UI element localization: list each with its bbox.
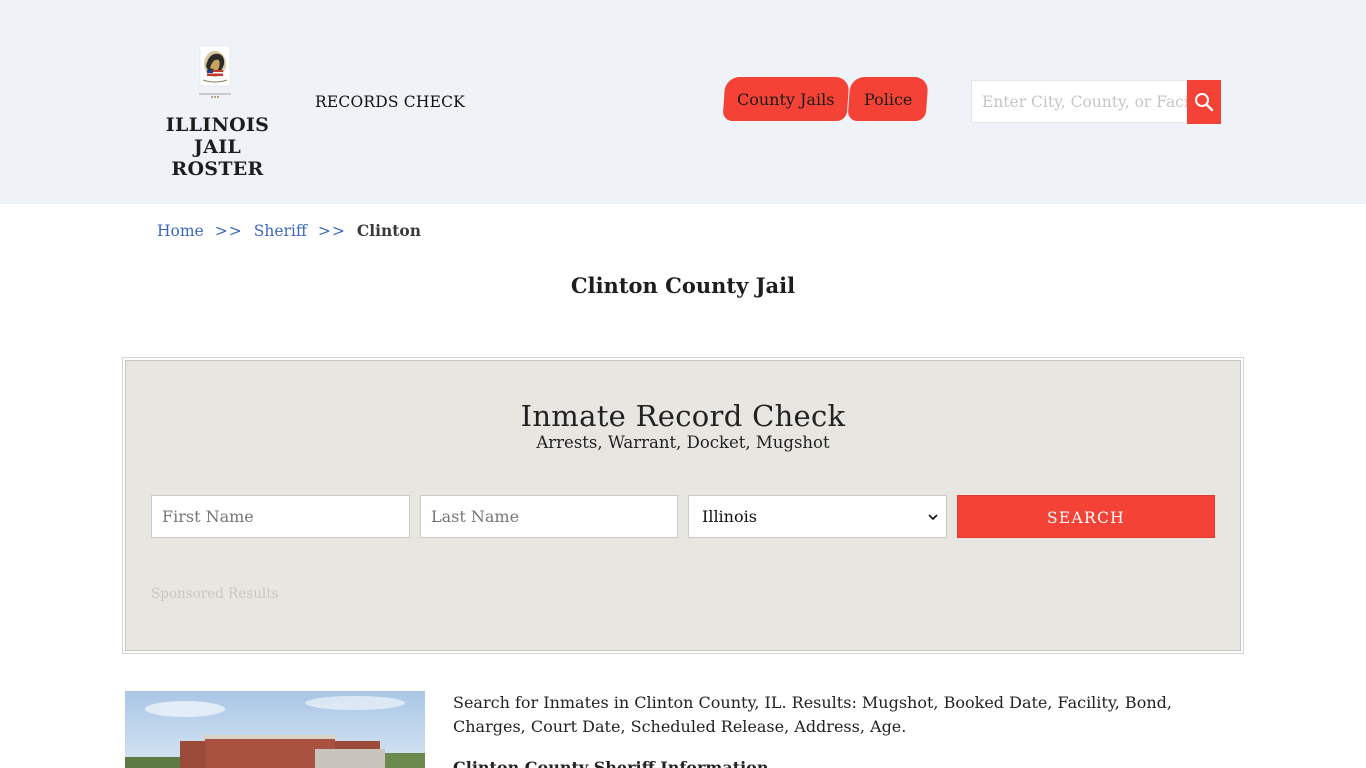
breadcrumb-current: Clinton xyxy=(356,221,422,240)
breadcrumb: Home >> Sheriff >> Clinton xyxy=(157,221,421,240)
header-search-input[interactable] xyxy=(972,81,1188,122)
nav-county-jails-button[interactable]: County Jails xyxy=(722,77,850,121)
sheriff-info-heading: Clinton County Sheriff Information xyxy=(453,758,769,768)
search-icon xyxy=(1195,93,1214,112)
state-select[interactable]: Illinois xyxy=(688,495,947,538)
site-logo[interactable]: ILLINOIS JAIL ROSTER xyxy=(150,44,285,180)
records-check-link[interactable]: RECORDS CHECK xyxy=(315,93,465,111)
record-search-button[interactable]: SEARCH xyxy=(957,495,1215,538)
breadcrumb-separator: >> xyxy=(317,222,346,240)
illinois-seal-icon xyxy=(199,45,231,98)
nav-county-jails-label: County Jails xyxy=(737,89,835,109)
chevron-down-icon xyxy=(928,513,938,520)
site-header: ILLINOIS JAIL ROSTER RECORDS CHECK Count… xyxy=(0,0,1366,204)
header-search-button[interactable] xyxy=(1187,80,1221,124)
last-name-input[interactable] xyxy=(420,495,678,538)
record-check-panel: Inmate Record Check Arrests, Warrant, Do… xyxy=(125,360,1241,651)
logo-wordmark: ILLINOIS JAIL ROSTER xyxy=(150,114,285,180)
header-search xyxy=(971,80,1221,124)
first-name-input[interactable] xyxy=(151,495,410,538)
breadcrumb-sheriff-link[interactable]: Sheriff xyxy=(254,222,307,240)
page-title: Clinton County Jail xyxy=(570,273,796,298)
sponsored-results-label: Sponsored Results xyxy=(151,586,279,602)
state-select-value: Illinois xyxy=(702,507,757,526)
nav-police-button[interactable]: Police xyxy=(847,77,929,121)
breadcrumb-separator: >> xyxy=(214,222,243,240)
breadcrumb-home-link[interactable]: Home xyxy=(157,222,204,240)
record-check-title: Inmate Record Check xyxy=(520,399,846,433)
nav-police-label: Police xyxy=(863,89,913,109)
logo-line-1: ILLINOIS xyxy=(165,114,270,136)
record-check-panel-frame: Inmate Record Check Arrests, Warrant, Do… xyxy=(122,357,1244,654)
record-check-subtitle: Arrests, Warrant, Docket, Mugshot xyxy=(536,433,830,452)
jail-building-photo xyxy=(125,691,425,768)
intro-paragraph: Search for Inmates in Clinton County, IL… xyxy=(453,693,1172,736)
logo-line-2: JAIL ROSTER xyxy=(171,136,264,180)
